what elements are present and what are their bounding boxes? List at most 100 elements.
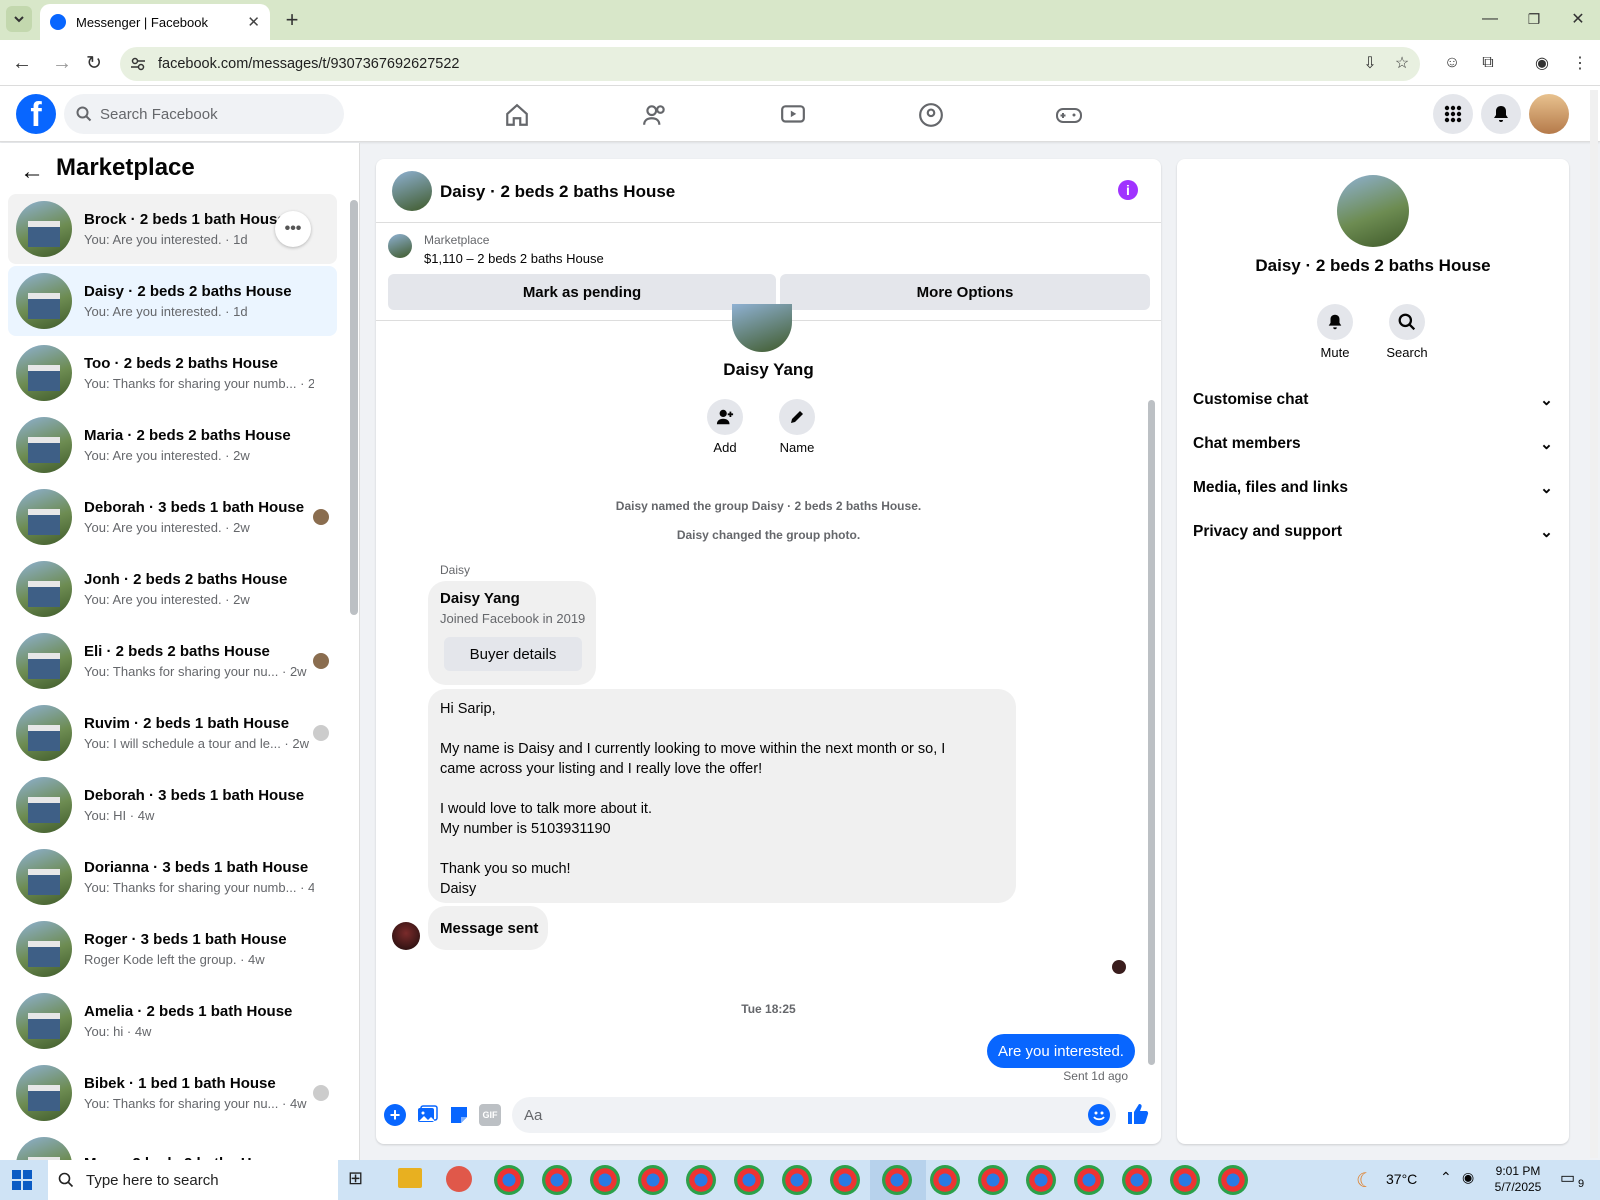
back-icon[interactable]: ← — [8, 49, 36, 77]
chrome-icon[interactable] — [734, 1165, 764, 1195]
section-customise-chat[interactable]: Customise chat ⌄ — [1193, 380, 1553, 420]
chrome-icon[interactable] — [830, 1165, 860, 1195]
chrome-icon[interactable] — [978, 1165, 1008, 1195]
sticker-icon[interactable] — [448, 1104, 470, 1126]
chrome-icon[interactable] — [1026, 1165, 1056, 1195]
windows-start-icon[interactable] — [12, 1170, 32, 1190]
chrome-icon[interactable] — [882, 1165, 912, 1195]
restore-icon[interactable]: ❐ — [1520, 5, 1548, 33]
conversation-item[interactable]: Ruvim · 2 beds 1 bath House You: I will s… — [8, 698, 337, 768]
emoji-icon[interactable] — [1088, 1104, 1110, 1126]
conversation-item[interactable]: Too · 2 beds 2 baths House You: Thanks fo… — [8, 338, 337, 408]
search-in-chat-button[interactable] — [1389, 304, 1425, 340]
chevron-down-icon: ⌄ — [1540, 523, 1553, 541]
chrome-icon[interactable] — [1170, 1165, 1200, 1195]
chat-info-icon[interactable]: i — [1118, 180, 1138, 200]
chrome-icon[interactable] — [782, 1165, 812, 1195]
reload-icon[interactable]: ↻ — [80, 49, 108, 77]
conversation-item[interactable]: Amelia · 2 beds 1 bath House You: hi · 4w — [8, 986, 337, 1056]
section-privacy-support[interactable]: Privacy and support ⌄ — [1193, 512, 1553, 552]
facebook-logo[interactable]: f — [16, 94, 56, 134]
message-input[interactable]: Aa — [512, 1097, 1116, 1133]
location-icon[interactable]: ◉ — [1462, 1169, 1474, 1186]
file-explorer-icon[interactable] — [398, 1168, 422, 1188]
minimize-icon[interactable]: — — [1476, 5, 1504, 33]
message-input-placeholder: Aa — [524, 1106, 543, 1124]
chrome-icon[interactable] — [494, 1165, 524, 1195]
conversation-item[interactable]: Eli · 2 beds 2 baths House You: Thanks fo… — [8, 626, 337, 696]
profile-icon[interactable]: ◉ — [1528, 49, 1556, 77]
photo-icon[interactable] — [416, 1104, 438, 1126]
notifications-button[interactable] — [1481, 94, 1521, 134]
conversation-item[interactable]: Brock · 2 beds 1 bath House You: Are you … — [8, 194, 337, 264]
conversation-item[interactable]: Jonh · 2 beds 2 baths House You: Are you … — [8, 554, 337, 624]
chat-avatar[interactable] — [392, 171, 432, 211]
assistant-icon[interactable]: ☺ — [1438, 49, 1466, 77]
bookmark-star-icon[interactable]: ☆ — [1388, 49, 1416, 77]
rename-button[interactable] — [779, 399, 815, 435]
extensions-icon[interactable]: ⧉ — [1474, 49, 1502, 77]
conversation-item[interactable]: Roger · 3 beds 1 bath House Roger Kode le… — [8, 914, 337, 984]
taskbar-search-input[interactable]: Type here to search — [48, 1160, 338, 1200]
gif-icon[interactable]: GIF — [479, 1104, 501, 1126]
facebook-search-input[interactable]: Search Facebook — [64, 94, 344, 134]
section-media-files-links[interactable]: Media, files and links ⌄ — [1193, 468, 1553, 508]
install-app-icon[interactable]: ⇩ — [1356, 49, 1384, 77]
nav-friends[interactable] — [600, 95, 710, 135]
more-options-icon[interactable]: ••• — [275, 211, 311, 247]
chrome-icon[interactable] — [638, 1165, 668, 1195]
account-avatar[interactable] — [1529, 94, 1569, 134]
back-arrow-icon[interactable]: ← — [20, 158, 44, 186]
close-tab-icon[interactable]: ✕ — [247, 13, 260, 31]
task-view-icon[interactable]: ⊞ — [348, 1168, 372, 1192]
section-chat-members[interactable]: Chat members ⌄ — [1193, 424, 1553, 464]
site-info-icon[interactable] — [130, 56, 146, 72]
show-hidden-icons-icon[interactable]: ⌃ — [1440, 1169, 1452, 1186]
participant-avatar — [313, 1085, 329, 1101]
temperature[interactable]: 37°C — [1386, 1171, 1417, 1187]
conversation-item[interactable]: Deborah · 3 beds 1 bath House You: HI · 4… — [8, 770, 337, 840]
chrome-icon[interactable] — [1122, 1165, 1152, 1195]
group-photo[interactable] — [1337, 175, 1409, 247]
conversation-item[interactable]: Deborah · 3 beds 1 bath House You: Are yo… — [8, 482, 337, 552]
conversation-item[interactable]: Dorianna · 3 beds 1 bath House You: Thank… — [8, 842, 337, 912]
chrome-icon[interactable] — [686, 1165, 716, 1195]
nav-home[interactable] — [462, 95, 572, 135]
taskbar-search-icon — [58, 1172, 74, 1188]
tab-search-icon[interactable] — [6, 6, 32, 32]
forward-icon[interactable]: → — [48, 49, 76, 77]
add-person-button[interactable] — [707, 399, 743, 435]
page-scrollbar[interactable] — [1590, 90, 1598, 1158]
new-tab-icon[interactable]: + — [278, 6, 306, 34]
close-window-icon[interactable]: ✕ — [1564, 5, 1592, 33]
weather-icon[interactable]: ☾ — [1356, 1168, 1374, 1193]
more-actions-plus-icon[interactable]: + — [384, 1104, 406, 1126]
browser-tab-messenger[interactable]: Messenger | Facebook ✕ — [40, 4, 270, 40]
thumbs-up-icon[interactable] — [1126, 1102, 1150, 1126]
notification-center-icon[interactable]: ▭ — [1560, 1168, 1575, 1188]
left-scrollbar[interactable] — [350, 200, 358, 615]
chrome-icon[interactable] — [1218, 1165, 1248, 1195]
url-bar[interactable]: facebook.com/messages/t/9307367692627522 — [120, 47, 1420, 81]
more-options-button[interactable]: More Options — [780, 274, 1150, 310]
chrome-icon[interactable] — [930, 1165, 960, 1195]
clock[interactable]: 9:01 PM 5/7/2025 — [1488, 1163, 1548, 1195]
conversation-item[interactable]: Daisy · 2 beds 2 baths House You: Are you… — [8, 266, 337, 336]
chrome-icon[interactable] — [1074, 1165, 1104, 1195]
listing-title[interactable]: $1,110 – 2 beds 2 baths House — [424, 251, 604, 266]
nav-gaming[interactable] — [1014, 95, 1124, 135]
chat-scrollbar[interactable] — [1148, 400, 1155, 1065]
menu-grid-button[interactable] — [1433, 94, 1473, 134]
conversation-item[interactable]: Maria · 2 beds 2 baths House You: Are you… — [8, 410, 337, 480]
chrome-icon[interactable] — [590, 1165, 620, 1195]
taskbar-app-icon[interactable] — [446, 1166, 472, 1192]
buyer-details-button[interactable]: Buyer details — [444, 637, 582, 671]
mark-pending-button[interactable]: Mark as pending — [388, 274, 776, 310]
mute-button[interactable] — [1317, 304, 1353, 340]
chrome-icon[interactable] — [542, 1165, 572, 1195]
chat-title[interactable]: Daisy · 2 beds 2 baths House — [440, 182, 675, 202]
conversation-item[interactable]: Bibek · 1 bed 1 bath House You: Thanks fo… — [8, 1058, 337, 1128]
menu-icon[interactable]: ⋮ — [1566, 49, 1594, 77]
nav-video[interactable] — [738, 95, 848, 135]
nav-groups[interactable] — [876, 95, 986, 135]
